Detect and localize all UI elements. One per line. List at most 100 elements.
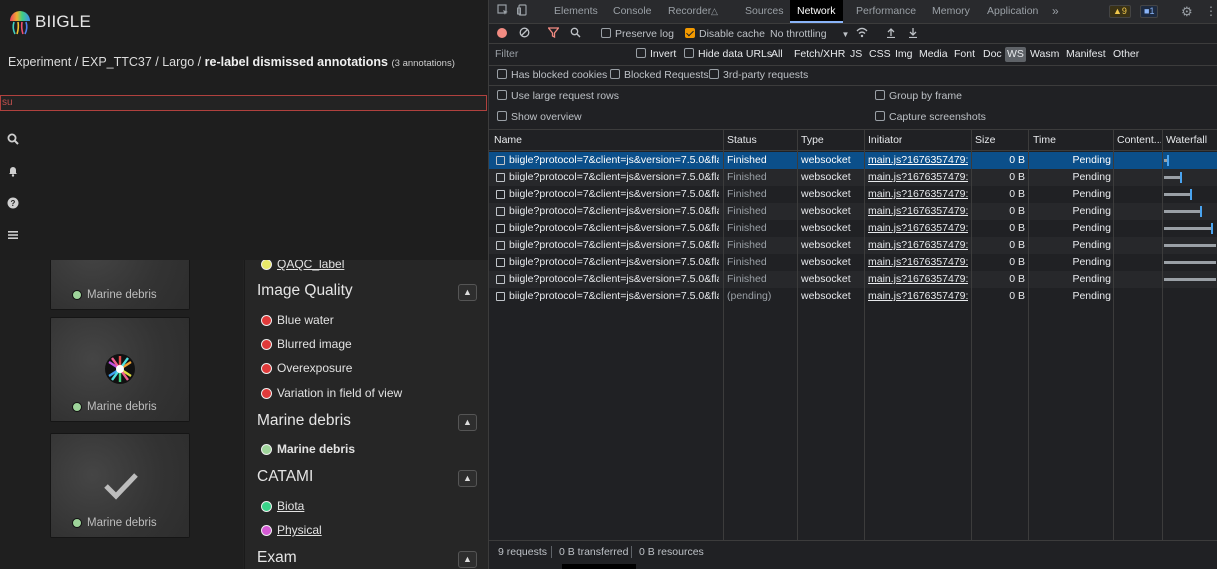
blocked-requests-checkbox[interactable]: Blocked Requests: [610, 65, 709, 86]
large-rows-checkbox[interactable]: Use large request rows: [497, 86, 619, 107]
table-row[interactable]: biigle?protocol=7&client=js&version=7.5.…: [489, 169, 1217, 186]
column-header-time[interactable]: Time: [1033, 130, 1056, 151]
label-color-dot: [261, 258, 272, 270]
filter-type-other[interactable]: Other: [1111, 47, 1141, 62]
table-row[interactable]: biigle?protocol=7&client=js&version=7.5.…: [489, 220, 1217, 237]
hide-data-urls-checkbox[interactable]: Hide data URLs: [682, 47, 774, 62]
request-initiator-link[interactable]: main.js?1676357479:2: [868, 169, 968, 186]
column-header-waterfall[interactable]: Waterfall: [1166, 130, 1207, 151]
request-initiator-link[interactable]: main.js?1676357479:2: [868, 186, 968, 203]
annotation-thumbnail[interactable]: Marine debris: [50, 317, 190, 422]
table-row[interactable]: biigle?protocol=7&client=js&version=7.5.…: [489, 237, 1217, 254]
tab-memory[interactable]: Memory: [932, 0, 970, 23]
column-header-name[interactable]: Name: [494, 130, 522, 151]
more-tabs-icon[interactable]: »: [1052, 0, 1059, 23]
throttling-select[interactable]: No throttling ▼: [770, 24, 849, 44]
filter-type-css[interactable]: CSS: [867, 47, 893, 62]
collapse-button[interactable]: ▲: [458, 470, 477, 487]
third-party-checkbox[interactable]: 3rd-party requests: [709, 65, 808, 86]
filter-type-all[interactable]: All: [769, 47, 785, 62]
tab-recorder[interactable]: Recorder: [668, 0, 711, 23]
tab-performance[interactable]: Performance: [856, 0, 916, 23]
column-header-size[interactable]: Size: [975, 130, 995, 151]
filter-funnel-icon[interactable]: [547, 24, 560, 44]
request-icon: [496, 292, 505, 301]
request-initiator-link[interactable]: main.js?1676357479:2: [868, 288, 968, 305]
thumbnail-label: Marine debris: [87, 289, 157, 301]
blocked-cookies-checkbox[interactable]: Has blocked cookies: [497, 65, 607, 86]
collapse-button[interactable]: ▲: [458, 284, 477, 301]
request-initiator-link[interactable]: main.js?1676357479:2: [868, 152, 968, 169]
preserve-log-checkbox[interactable]: Preserve log: [601, 24, 674, 44]
label-item[interactable]: Overexposure: [261, 361, 352, 375]
annotation-thumbnail[interactable]: Marine debris: [50, 433, 190, 538]
label-item[interactable]: Physical: [261, 523, 322, 537]
device-toolbar-icon[interactable]: [517, 0, 529, 23]
label-item[interactable]: Blurred image: [261, 337, 352, 351]
search-icon[interactable]: [570, 24, 581, 44]
invert-checkbox[interactable]: Invert: [634, 47, 678, 62]
request-initiator-link[interactable]: main.js?1676357479:2: [868, 271, 968, 288]
table-row[interactable]: biigle?protocol=7&client=js&version=7.5.…: [489, 271, 1217, 288]
column-header-status[interactable]: Status: [727, 130, 757, 151]
app-header: BIIGLE Experiment / EXP_TTC37 / Largo / …: [0, 0, 488, 260]
collapse-button[interactable]: ▲: [458, 551, 477, 568]
filter-type-img[interactable]: Img: [893, 47, 915, 62]
label-color-dot: [261, 338, 272, 350]
label-item[interactable]: Blue water: [261, 313, 334, 327]
label-filter-input[interactable]: su: [0, 95, 487, 111]
table-row[interactable]: biigle?protocol=7&client=js&version=7.5.…: [489, 186, 1217, 203]
hide-data-urls-label: Hide data URLs: [698, 48, 773, 60]
settings-gear-icon[interactable]: ⚙: [1181, 0, 1193, 23]
import-har-icon[interactable]: [886, 24, 896, 44]
table-row[interactable]: biigle?protocol=7&client=js&version=7.5.…: [489, 203, 1217, 220]
filter-type-ws[interactable]: WS: [1005, 47, 1026, 62]
capture-screenshots-checkbox[interactable]: Capture screenshots: [875, 107, 986, 128]
search-icon[interactable]: [6, 133, 20, 147]
request-initiator-link[interactable]: main.js?1676357479:2: [868, 203, 968, 220]
collapse-button[interactable]: ▲: [458, 414, 477, 431]
filter-type-doc[interactable]: Doc: [981, 47, 1004, 62]
request-initiator-link[interactable]: main.js?1676357479:2: [868, 254, 968, 271]
label-item[interactable]: Marine debris: [261, 442, 355, 456]
column-header-content[interactable]: Content...: [1117, 130, 1161, 151]
filter-type-font[interactable]: Font: [952, 47, 977, 62]
column-header-type[interactable]: Type: [801, 130, 824, 151]
column-header-initiator[interactable]: Initiator: [868, 130, 902, 151]
filter-input[interactable]: Filter: [493, 47, 623, 62]
bell-icon[interactable]: [6, 165, 20, 179]
clear-icon[interactable]: [519, 24, 530, 44]
filter-type-media[interactable]: Media: [917, 47, 950, 62]
export-har-icon[interactable]: [908, 24, 918, 44]
show-overview-checkbox[interactable]: Show overview: [497, 107, 582, 128]
record-icon[interactable]: [497, 24, 507, 44]
table-row[interactable]: biigle?protocol=7&client=js&version=7.5.…: [489, 288, 1217, 305]
warnings-badge[interactable]: ▲9: [1109, 5, 1131, 18]
messages-badge[interactable]: ■1: [1140, 5, 1159, 18]
label-color-dot: [261, 500, 272, 512]
disable-cache-checkbox[interactable]: Disable cache: [685, 24, 765, 44]
tab-network[interactable]: Network: [790, 0, 843, 23]
request-initiator-link[interactable]: main.js?1676357479:2: [868, 220, 968, 237]
filter-type-fetch-xhr[interactable]: Fetch/XHR: [792, 47, 847, 62]
filter-type-js[interactable]: JS: [848, 47, 864, 62]
filter-type-manifest[interactable]: Manifest: [1064, 47, 1108, 62]
network-conditions-icon[interactable]: [856, 24, 868, 44]
table-row[interactable]: biigle?protocol=7&client=js&version=7.5.…: [489, 152, 1217, 169]
request-type: websocket: [801, 205, 851, 217]
filter-type-wasm[interactable]: Wasm: [1028, 47, 1061, 62]
biigle-logo[interactable]: BIIGLE: [8, 8, 91, 36]
table-row[interactable]: biigle?protocol=7&client=js&version=7.5.…: [489, 254, 1217, 271]
tab-application[interactable]: Application: [987, 0, 1038, 23]
label-item[interactable]: Biota: [261, 499, 304, 513]
request-initiator-link[interactable]: main.js?1676357479:2: [868, 237, 968, 254]
help-icon[interactable]: ?: [6, 197, 20, 211]
tab-elements[interactable]: Elements: [554, 0, 598, 23]
group-by-frame-checkbox[interactable]: Group by frame: [875, 86, 962, 107]
inspect-element-icon[interactable]: [497, 0, 509, 23]
menu-icon[interactable]: [6, 229, 20, 243]
more-options-icon[interactable]: ⋮: [1205, 0, 1217, 23]
tab-console[interactable]: Console: [613, 0, 652, 23]
tab-sources[interactable]: Sources: [745, 0, 784, 23]
label-item[interactable]: Variation in field of view: [261, 386, 402, 400]
